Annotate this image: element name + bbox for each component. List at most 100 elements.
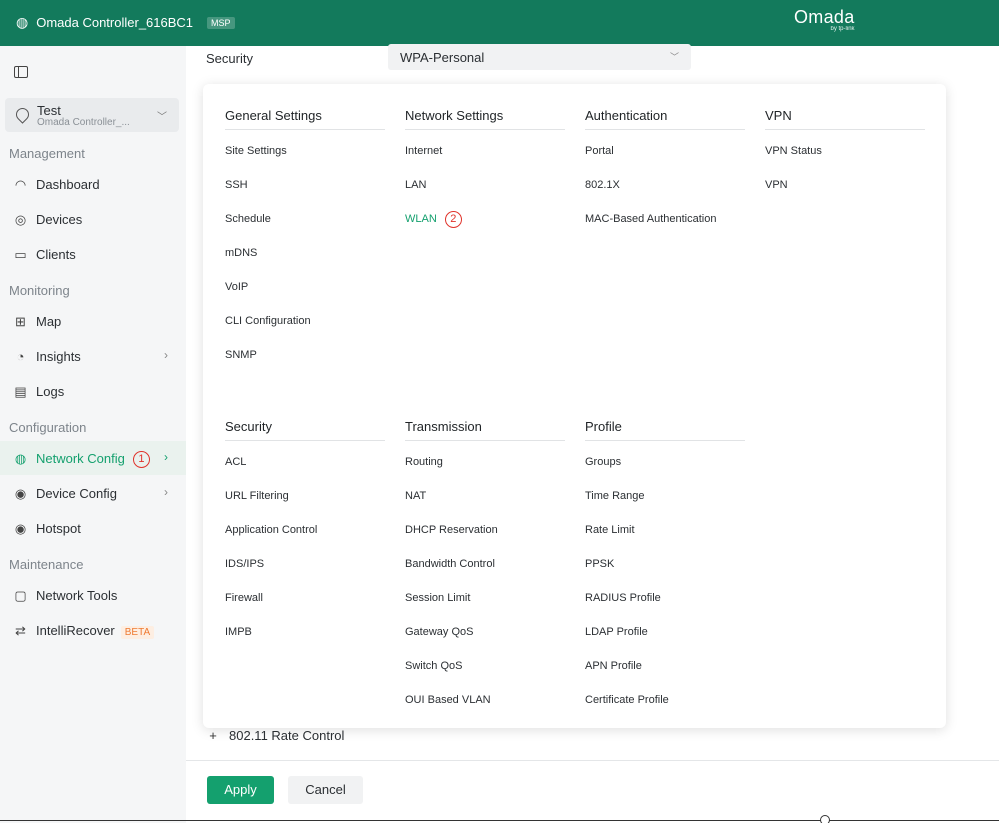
devices-icon: ◎: [14, 212, 27, 227]
section-maintenance: Maintenance: [9, 557, 84, 572]
sidebar-item-dashboard[interactable]: ◠ Dashboard: [0, 167, 186, 201]
site-name: Test: [37, 103, 61, 118]
menu-item-routing[interactable]: Routing: [405, 445, 565, 479]
menu-item-vpn[interactable]: VPN: [765, 168, 925, 202]
menu-item-application-control[interactable]: Application Control: [225, 513, 385, 547]
sidebar-item-intellirecover[interactable]: ⇄ IntelliRecover BETA: [0, 613, 186, 647]
menu-title-authentication: Authentication: [585, 108, 745, 130]
menu-item-groups[interactable]: Groups: [585, 445, 745, 479]
step-1-marker: 1: [132, 451, 150, 469]
menu-item-session-limit[interactable]: Session Limit: [405, 581, 565, 615]
beta-badge: BETA: [120, 626, 155, 639]
menu-col-general: General Settings Site Settings SSH Sched…: [225, 108, 385, 372]
menu-item-cli-configuration[interactable]: CLI Configuration: [225, 304, 385, 338]
menu-item-url-filtering[interactable]: URL Filtering: [225, 479, 385, 513]
menu-item-bandwidth-control[interactable]: Bandwidth Control: [405, 547, 565, 581]
location-pin-icon: [13, 105, 32, 124]
menu-item-nat[interactable]: NAT: [405, 479, 565, 513]
apply-button[interactable]: Apply: [207, 776, 274, 804]
omada-logo: Omada by tp-link: [794, 7, 855, 32]
menu-item-snmp[interactable]: SNMP: [225, 338, 385, 372]
menu-title-transmission: Transmission: [405, 419, 565, 441]
menu-item-wlan[interactable]: WLAN 2: [405, 202, 565, 236]
menu-item-mdns[interactable]: mDNS: [225, 236, 385, 270]
menu-item-ssh[interactable]: SSH: [225, 168, 385, 202]
intellirecover-label: IntelliRecover: [36, 623, 115, 638]
globe-icon: ◍: [16, 14, 29, 30]
menu-title-network: Network Settings: [405, 108, 565, 130]
menu-item-lan[interactable]: LAN: [405, 168, 565, 202]
chevron-down-icon: ﹀: [157, 112, 167, 123]
menu-item-site-settings[interactable]: Site Settings: [225, 134, 385, 168]
gauge-icon: ◠: [14, 177, 27, 192]
security-label: Security: [206, 51, 253, 66]
menu-item-vpn-status[interactable]: VPN Status: [765, 134, 925, 168]
cancel-button[interactable]: Cancel: [288, 776, 363, 804]
toolbox-icon: ▢: [14, 588, 27, 603]
footer-divider: [186, 760, 999, 761]
sidebar-item-network-config[interactable]: ◍ Network Config 1 ›: [0, 441, 186, 475]
network-config-label: Network Config: [36, 451, 125, 466]
controller-selector[interactable]: ◍ Omada Controller_616BC1 MSP: [16, 14, 235, 31]
sidebar-item-devices[interactable]: ◎ Devices: [0, 202, 186, 236]
menu-col-vpn: VPN VPN Status VPN: [765, 108, 925, 202]
menu-item-voip[interactable]: VoIP: [225, 270, 385, 304]
recover-icon: ⇄: [15, 623, 26, 638]
menu-item-gateway-qos[interactable]: Gateway QoS: [405, 615, 565, 649]
sidebar: Test Omada Controller_... ﹀ Management ◠…: [0, 46, 186, 823]
clients-icon: ▭: [14, 247, 27, 262]
logs-icon: ▤: [14, 384, 27, 399]
sidebar-item-insights[interactable]: ◔ Insights ›: [0, 339, 186, 373]
chevron-right-icon: ›: [164, 348, 168, 362]
menu-item-mac-based-auth[interactable]: MAC-Based Authentication: [585, 202, 745, 236]
menu-item-switch-qos[interactable]: Switch QoS: [405, 649, 565, 683]
chevron-right-icon: ›: [164, 485, 168, 499]
site-selector[interactable]: Test Omada Controller_... ﹀: [5, 98, 179, 132]
menu-col-network: Network Settings Internet LAN WLAN 2: [405, 108, 565, 236]
menu-title-security: Security: [225, 419, 385, 441]
menu-col-security: Security ACL URL Filtering Application C…: [225, 419, 385, 649]
menu-item-ldap-profile[interactable]: LDAP Profile: [585, 615, 745, 649]
sidebar-item-clients[interactable]: ▭ Clients: [0, 237, 186, 271]
menu-item-rate-limit[interactable]: Rate Limit: [585, 513, 745, 547]
network-config-menu: General Settings Site Settings SSH Sched…: [203, 84, 946, 728]
step-2-marker: 2: [444, 210, 462, 228]
sidebar-item-hotspot[interactable]: ◉ Hotspot: [0, 511, 186, 545]
menu-item-impb[interactable]: IMPB: [225, 615, 385, 649]
msp-badge: MSP: [207, 16, 235, 29]
menu-col-profile: Profile Groups Time Range Rate Limit PPS…: [585, 419, 745, 717]
section-configuration: Configuration: [9, 420, 87, 435]
menu-item-firewall[interactable]: Firewall: [225, 581, 385, 615]
security-select[interactable]: WPA-Personal ﹀: [388, 44, 691, 70]
menu-item-apn-profile[interactable]: APN Profile: [585, 649, 745, 683]
menu-item-internet[interactable]: Internet: [405, 134, 565, 168]
chevron-down-icon: ﹀: [669, 52, 679, 62]
menu-item-8021x[interactable]: 802.1X: [585, 168, 745, 202]
top-bar: ◍ Omada Controller_616BC1 MSP Omada by t…: [0, 0, 999, 46]
menu-item-radius-profile[interactable]: RADIUS Profile: [585, 581, 745, 615]
sidebar-item-device-config[interactable]: ◉ Device Config ›: [0, 476, 186, 510]
menu-item-ids-ips[interactable]: IDS/IPS: [225, 547, 385, 581]
menu-title-vpn: VPN: [765, 108, 925, 130]
menu-item-schedule[interactable]: Schedule: [225, 202, 385, 236]
menu-item-certificate-profile[interactable]: Certificate Profile: [585, 683, 745, 717]
device-settings-icon: ◉: [14, 486, 27, 501]
menu-item-oui-based-vlan[interactable]: OUI Based VLAN: [405, 683, 565, 717]
sidebar-item-network-tools[interactable]: ▢ Network Tools: [0, 578, 186, 612]
menu-item-acl[interactable]: ACL: [225, 445, 385, 479]
controller-name: Omada Controller_616BC1: [36, 15, 194, 30]
rate-control-toggle[interactable]: + 802.11 Rate Control: [207, 728, 344, 743]
sidebar-collapse-icon[interactable]: [14, 66, 28, 78]
map-icon: ⊞: [15, 314, 26, 329]
menu-item-ppsk[interactable]: PPSK: [585, 547, 745, 581]
menu-item-time-range[interactable]: Time Range: [585, 479, 745, 513]
menu-title-general: General Settings: [225, 108, 385, 130]
menu-title-profile: Profile: [585, 419, 745, 441]
menu-item-portal[interactable]: Portal: [585, 134, 745, 168]
sidebar-item-map[interactable]: ⊞ Map: [0, 304, 186, 338]
rate-control-label: 802.11 Rate Control: [229, 728, 345, 743]
chevron-right-icon: ›: [164, 450, 168, 464]
sidebar-item-logs[interactable]: ▤ Logs: [0, 374, 186, 408]
resize-handle[interactable]: [820, 815, 830, 823]
menu-item-dhcp-reservation[interactable]: DHCP Reservation: [405, 513, 565, 547]
